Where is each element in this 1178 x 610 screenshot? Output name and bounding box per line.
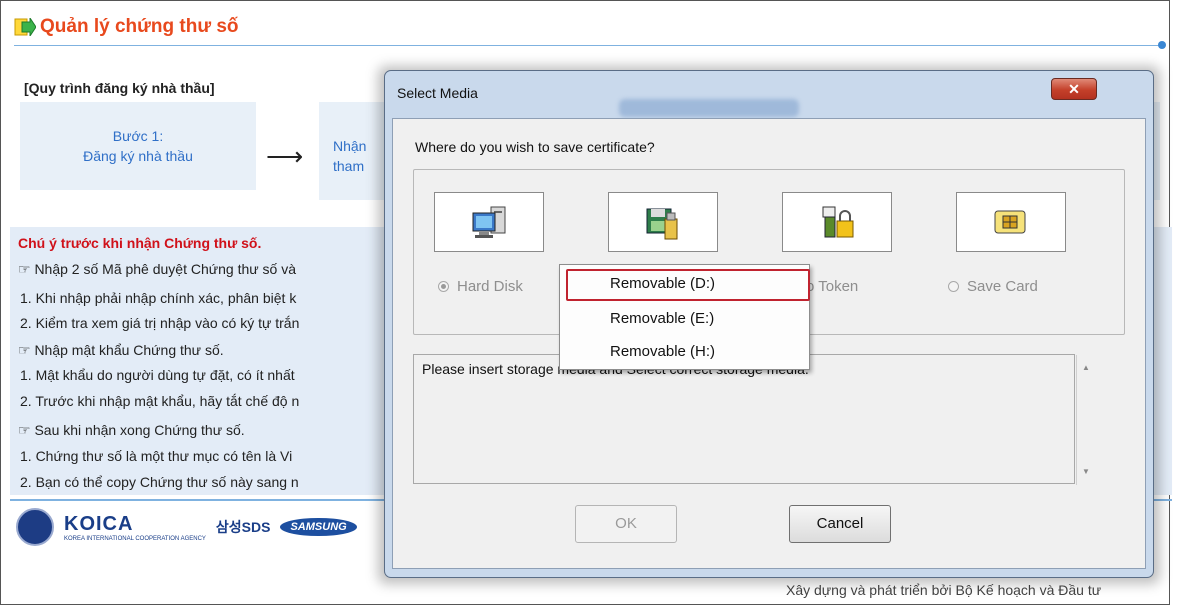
crypto-token-button[interactable] — [782, 192, 892, 252]
scroll-up-icon[interactable]: ▲ — [1082, 363, 1090, 372]
ok-button[interactable]: OK — [575, 505, 677, 543]
step-1-number: Bước 1: — [112, 128, 164, 144]
save-card-button[interactable] — [956, 192, 1066, 252]
note-line: 1. Mật khẩu do người dùng tự đặt, có ít … — [20, 367, 295, 383]
message-box: Please insert storage media and Select c… — [413, 354, 1090, 485]
note-line: 2. Bạn có thể copy Chứng thư số này sang… — [20, 474, 299, 490]
note-line: ☞ Nhập mật khẩu Chứng thư số. — [18, 342, 224, 358]
page-title-text: Quản lý chứng thư số — [40, 16, 239, 37]
process-heading: [Quy trình đăng ký nhà thầu] — [24, 80, 215, 96]
koica-logo: KOICA KOREA INTERNATIONAL COOPERATION AG… — [64, 512, 206, 542]
step-arrow: ⟶ — [266, 141, 304, 171]
partner-logos: KOICA KOREA INTERNATIONAL COOPERATION AG… — [16, 508, 357, 546]
message-scrollbar[interactable]: ▲ ▼ — [1076, 355, 1095, 485]
note-line: ☞ Nhập 2 số Mã phê duyệt Chứng thư số và — [18, 261, 297, 277]
title-divider — [14, 45, 1164, 46]
dialog-question: Where do you wish to save certificate? — [415, 139, 655, 155]
cancel-button[interactable]: Cancel — [789, 505, 891, 543]
note-line: 1. Chứng thư số là một thư mục có tên là… — [20, 448, 293, 464]
hard-disk-radio[interactable]: Hard Disk — [438, 278, 523, 295]
removable-drive-menu: Removable (D:) Removable (E:) Removable … — [559, 264, 810, 370]
smart-card-icon — [994, 210, 1026, 234]
note-line: 2. Kiểm tra xem giá trị nhập vào có ký t… — [20, 315, 300, 331]
menu-item-removable-d[interactable]: Removable (D:) — [610, 275, 715, 292]
dialog-title: Select Media — [397, 85, 478, 101]
ministry-seal-logo — [16, 508, 54, 546]
save-card-label: Save Card — [967, 278, 1038, 295]
save-card-radio[interactable]: Save Card — [948, 278, 1038, 295]
removable-disk-icon — [646, 208, 678, 240]
removable-disk-button[interactable] — [608, 192, 718, 252]
arrow-right-icon — [14, 18, 36, 36]
computer-icon — [472, 206, 506, 238]
samsung-sds-logo: 삼성SDS — [215, 519, 271, 535]
radio-icon — [948, 281, 959, 292]
note-line: 1. Khi nhập phải nhập chính xác, phân bi… — [20, 290, 297, 306]
title-divider-dot — [1158, 41, 1166, 49]
footer-credit: Xây dựng và phát triển bởi Bộ Kế hoạch v… — [786, 582, 1102, 598]
page-title: Quản lý chứng thư số — [14, 16, 239, 38]
close-button[interactable]: ✕ — [1051, 78, 1097, 100]
note-line: ☞ Sau khi nhận xong Chứng thư số. — [18, 422, 245, 438]
note-line: 2. Trước khi nhập mật khẩu, hãy tắt chế … — [20, 393, 300, 409]
radio-selected-icon — [438, 281, 449, 292]
title-glow — [619, 99, 799, 117]
menu-item-removable-h[interactable]: Removable (H:) — [610, 343, 715, 360]
samsung-logo: SAMSUNG — [280, 518, 357, 536]
menu-item-removable-e[interactable]: Removable (E:) — [610, 310, 714, 327]
step-1-box: Bước 1: Đăng ký nhà thầu — [20, 102, 256, 190]
crypto-token-icon — [822, 206, 854, 238]
hard-disk-button[interactable] — [434, 192, 544, 252]
notes-warning: Chú ý trước khi nhận Chứng thư số. — [18, 235, 262, 251]
scroll-down-icon[interactable]: ▼ — [1082, 467, 1090, 476]
hard-disk-label: Hard Disk — [457, 278, 523, 295]
step-1-label: Đăng ký nhà thầu — [83, 148, 193, 164]
